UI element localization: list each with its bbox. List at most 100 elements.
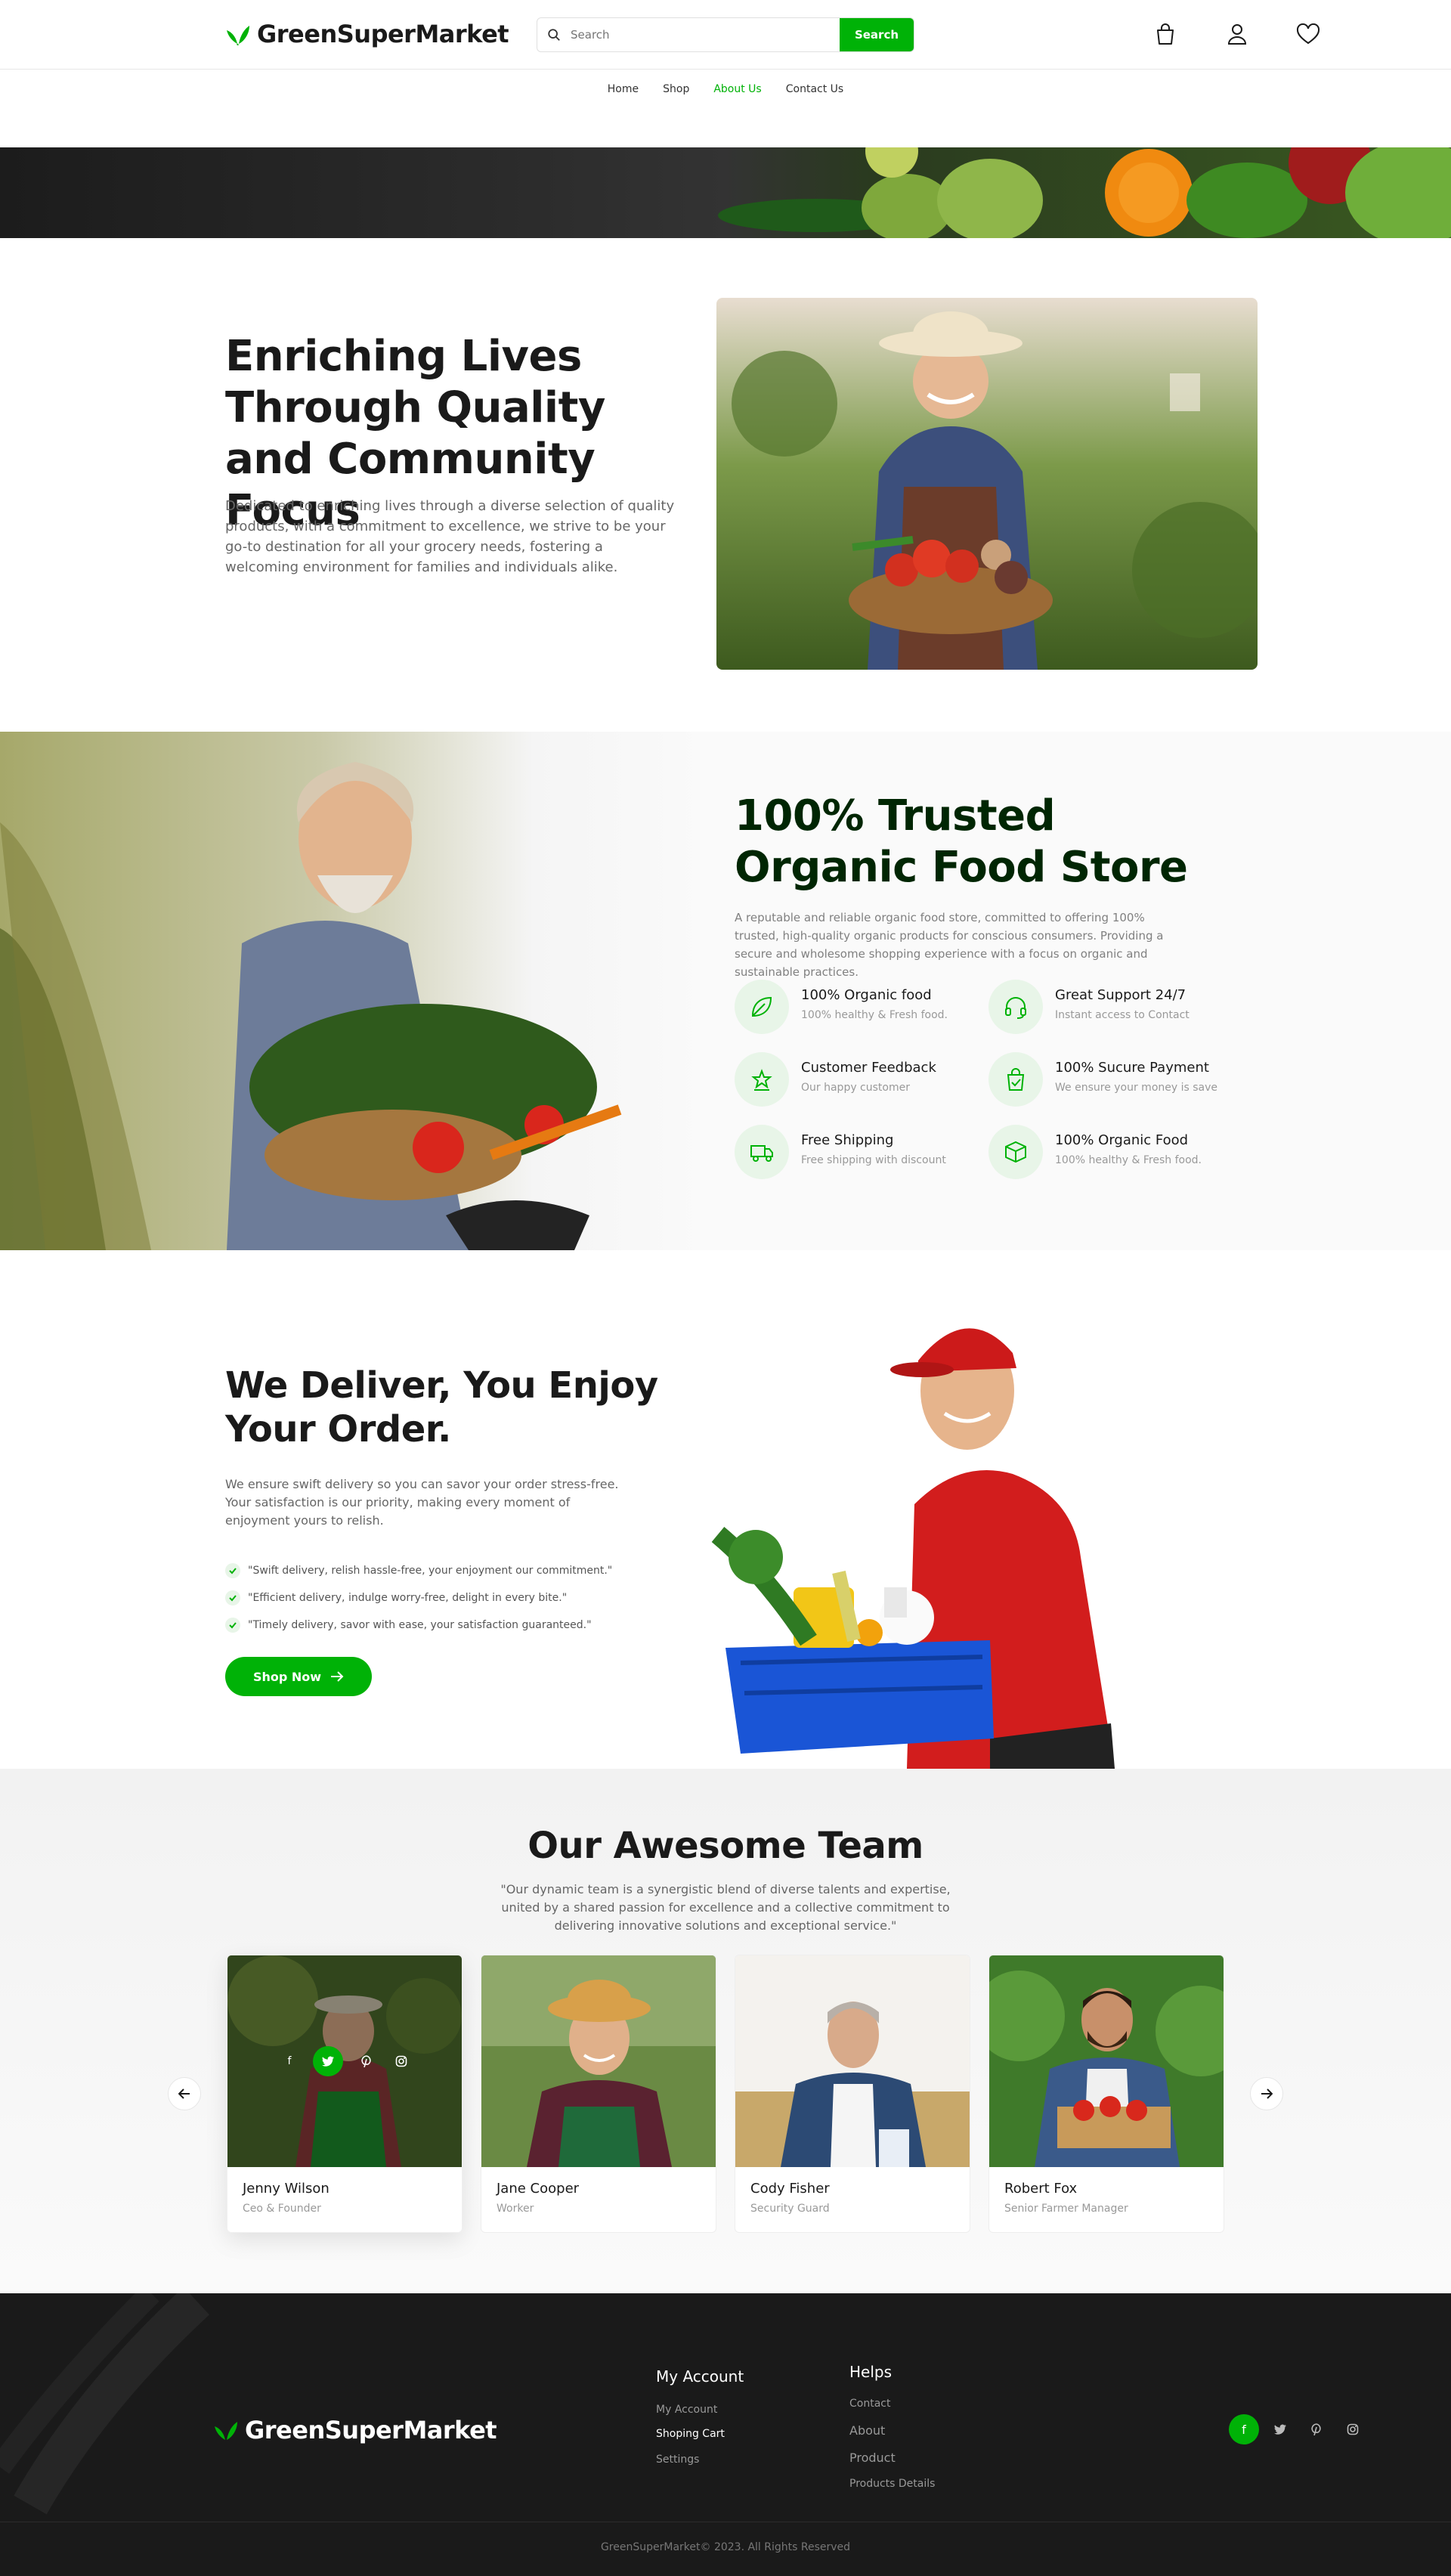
- feature-title: Great Support 24/7: [1055, 987, 1186, 1003]
- team-member-name: Robert Fox: [1004, 2181, 1078, 2197]
- deliver-point: "Efficient delivery, indulge worry-free,…: [225, 1590, 694, 1605]
- header: GreenSuperMarket Search: [0, 0, 1451, 70]
- feature-organic-food-2: 100% Organic Food 100% healthy & Fresh fo…: [988, 1125, 1238, 1185]
- footer-link-settings[interactable]: Settings: [656, 2454, 699, 2466]
- farmer-holding-vegetables-photo: [0, 732, 710, 1250]
- search-button[interactable]: Search: [840, 18, 914, 51]
- leaf-logo-icon: [227, 26, 249, 45]
- nav-about-us[interactable]: About Us: [713, 83, 761, 95]
- footer-my-account-title: My Account: [656, 2367, 744, 2386]
- footer-link-products-details[interactable]: Products Details: [849, 2478, 935, 2490]
- feature-sub: 100% healthy & Fresh food.: [1055, 1154, 1202, 1166]
- team-member-photo: [735, 1955, 970, 2167]
- team-text: "Our dynamic team is a synergistic blend…: [500, 1882, 951, 1933]
- deliver-point: "Swift delivery, relish hassle-free, you…: [225, 1563, 694, 1578]
- team-card-jenny-wilson[interactable]: f Jenny Wilson Ceo & Founder: [227, 1955, 463, 2233]
- nav-home[interactable]: Home: [608, 83, 639, 95]
- nav-contact-us[interactable]: Contact Us: [786, 83, 843, 95]
- leaf-logo-icon: [215, 2422, 237, 2440]
- twitter-icon[interactable]: [313, 2046, 343, 2076]
- carousel-next-button[interactable]: [1250, 2077, 1283, 2110]
- check-icon: [225, 1590, 240, 1605]
- bag-icon[interactable]: [1152, 20, 1179, 48]
- team-member-photo: f: [227, 1955, 462, 2167]
- team-member-role: Worker: [497, 2203, 534, 2215]
- search-bar: Search: [537, 17, 914, 52]
- headphones-icon: [988, 980, 1043, 1034]
- heart-icon[interactable]: [1295, 20, 1322, 48]
- leaf-icon: [735, 980, 789, 1034]
- facebook-icon[interactable]: f: [1229, 2414, 1259, 2444]
- delivery-man-photo: [657, 1285, 1186, 1769]
- team-social-overlay: f: [227, 1955, 462, 2167]
- feature-title: 100% Sucure Payment: [1055, 1060, 1209, 1076]
- truck-icon: [735, 1125, 789, 1179]
- logo[interactable]: GreenSuperMarket: [225, 20, 509, 48]
- team-member-role: Security Guard: [750, 2203, 830, 2215]
- check-icon: [225, 1618, 240, 1633]
- instagram-icon[interactable]: [1338, 2414, 1368, 2444]
- logo-text: GreenSuperMarket: [257, 20, 509, 48]
- instagram-icon[interactable]: [390, 2050, 413, 2073]
- feature-organic-food: 100% Organic food 100% healthy & Fresh fo…: [735, 980, 984, 1040]
- deliver-point: "Timely delivery, savor with ease, your …: [225, 1618, 694, 1633]
- team-member-name: Cody Fisher: [750, 2181, 830, 2197]
- search-icon: [537, 18, 571, 51]
- nav-shop[interactable]: Shop: [663, 83, 689, 95]
- team-member-name: Jane Cooper: [497, 2181, 580, 2197]
- team-title: Our Awesome Team: [527, 1825, 924, 1867]
- search-input[interactable]: [571, 18, 840, 51]
- arrow-left-icon: [178, 2088, 190, 2099]
- deliver-point-text: "Efficient delivery, indulge worry-free,…: [248, 1592, 568, 1604]
- shop-now-label: Shop Now: [252, 1669, 322, 1684]
- feature-title: 100% Organic food: [801, 987, 932, 1003]
- deliver-point-text: "Swift delivery, relish hassle-free, you…: [248, 1565, 613, 1577]
- pinterest-icon[interactable]: [1301, 2414, 1332, 2444]
- team-member-role: Senior Farmer Manager: [1004, 2203, 1128, 2215]
- box-icon: [988, 1125, 1043, 1179]
- team-member-photo: [481, 1955, 716, 2167]
- twitter-icon[interactable]: [1265, 2414, 1295, 2444]
- footer-link-contact[interactable]: Contact: [849, 2398, 890, 2410]
- vegetables-banner: [0, 147, 1451, 238]
- user-icon[interactable]: [1224, 20, 1251, 48]
- footer-logo[interactable]: GreenSuperMarket: [213, 2416, 497, 2444]
- footer-logo-text: GreenSuperMarket: [245, 2416, 497, 2444]
- facebook-icon[interactable]: f: [278, 2050, 301, 2073]
- arrow-right-icon: [1261, 2088, 1273, 2099]
- feature-customer-feedback: Customer Feedback Our happy customer: [735, 1052, 984, 1113]
- footer-link-my-account[interactable]: My Account: [656, 2404, 717, 2416]
- team-member-photo: [989, 1955, 1224, 2167]
- footer-link-shopping-cart[interactable]: Shoping Cart: [656, 2428, 725, 2440]
- deliver-title: We Deliver, You Enjoy Your Order.: [225, 1364, 658, 1451]
- footer-link-about[interactable]: About: [849, 2423, 885, 2438]
- shop-now-button[interactable]: Shop Now: [225, 1657, 372, 1696]
- star-badge-icon: [735, 1052, 789, 1107]
- feature-title: Customer Feedback: [801, 1060, 936, 1076]
- page: GreenSuperMarket Search Home Shop About …: [0, 0, 1451, 2576]
- copyright-text: GreenSuperMarket© 2023. All Rights Reser…: [600, 2541, 851, 2553]
- feature-secure-payment: 100% Sucure Payment We ensure your money …: [988, 1052, 1238, 1113]
- shopping-bag-check-icon: [988, 1052, 1043, 1107]
- footer-link-product[interactable]: Product: [849, 2451, 896, 2465]
- carousel-prev-button[interactable]: [168, 2077, 201, 2110]
- trusted-text: A reputable and reliable organic food st…: [735, 911, 1164, 979]
- team-card-cody-fisher[interactable]: Cody Fisher Security Guard: [735, 1955, 970, 2233]
- trusted-title: 100% Trusted Organic Food Store: [735, 791, 1188, 892]
- feature-sub: Our happy customer: [801, 1082, 910, 1094]
- feature-sub: Free shipping with discount: [801, 1154, 946, 1166]
- pinterest-icon[interactable]: [355, 2050, 378, 2073]
- feature-sub: 100% healthy & Fresh food.: [801, 1009, 948, 1021]
- footer-helps-title: Helps: [849, 2363, 893, 2381]
- team-card-robert-fox[interactable]: Robert Fox Senior Farmer Manager: [988, 1955, 1224, 2233]
- check-icon: [225, 1563, 240, 1578]
- team-member-role: Ceo & Founder: [243, 2203, 321, 2215]
- feature-free-shipping: Free Shipping Free shipping with discount: [735, 1125, 984, 1185]
- feature-title: Free Shipping: [801, 1132, 894, 1148]
- main-nav: Home Shop About Us Contact Us: [0, 70, 1451, 109]
- feature-support: Great Support 24/7 Instant access to Cont…: [988, 980, 1238, 1040]
- deliver-point-text: "Timely delivery, savor with ease, your …: [248, 1619, 592, 1631]
- farmer-with-basket-photo: [716, 298, 1258, 670]
- deliver-text: We ensure swift delivery so you can savo…: [225, 1477, 619, 1528]
- team-card-jane-cooper[interactable]: Jane Cooper Worker: [481, 1955, 716, 2233]
